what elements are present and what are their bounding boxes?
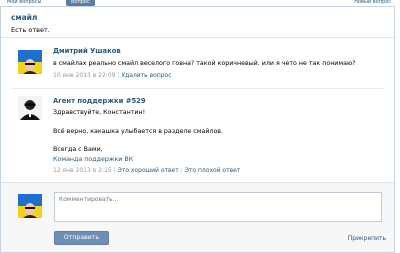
post-meta: 10 янв 2013 в 22:09 | Удалить вопрос — [53, 72, 172, 79]
support-avatar[interactable] — [18, 96, 42, 120]
question-status: Есть ответ. — [11, 26, 50, 34]
good-answer-link[interactable]: Это хороший ответ — [118, 167, 179, 174]
signature-link[interactable]: Команда поддержки ВК — [53, 156, 133, 163]
post-meta: 12 янв 2013 в 2:15 | Это хороший ответ | Это… — [53, 167, 240, 174]
comment-input[interactable]: Комментировать... — [54, 192, 382, 222]
avatar[interactable] — [18, 50, 42, 74]
avatar[interactable] — [18, 194, 42, 218]
post-text: Всё верно, какашка улыбается в разделе с… — [53, 128, 224, 135]
post-text: в смайлах реально смайл веселого говна? … — [53, 60, 356, 67]
post-text: Всегда с Вами, — [53, 146, 103, 153]
bad-answer-link[interactable]: Это плохой ответ — [185, 167, 241, 174]
attach-link[interactable]: Прикрепить — [348, 235, 386, 242]
post-author[interactable]: Агент поддержки #529 — [53, 97, 146, 105]
post-author[interactable]: Дмитрий Ушаков — [53, 47, 121, 55]
divider — [1, 37, 394, 38]
delete-question-link[interactable]: Удалить вопрос — [121, 72, 171, 79]
divider — [11, 88, 383, 89]
post-text: Здравствуйте, Константин! — [53, 109, 146, 116]
post-date: 12 янв 2013 в 2:15 — [53, 167, 112, 174]
post-date: 10 янв 2013 в 22:09 — [53, 72, 116, 79]
question-title: смайл — [11, 13, 38, 22]
send-button[interactable]: Отправить — [54, 231, 109, 245]
